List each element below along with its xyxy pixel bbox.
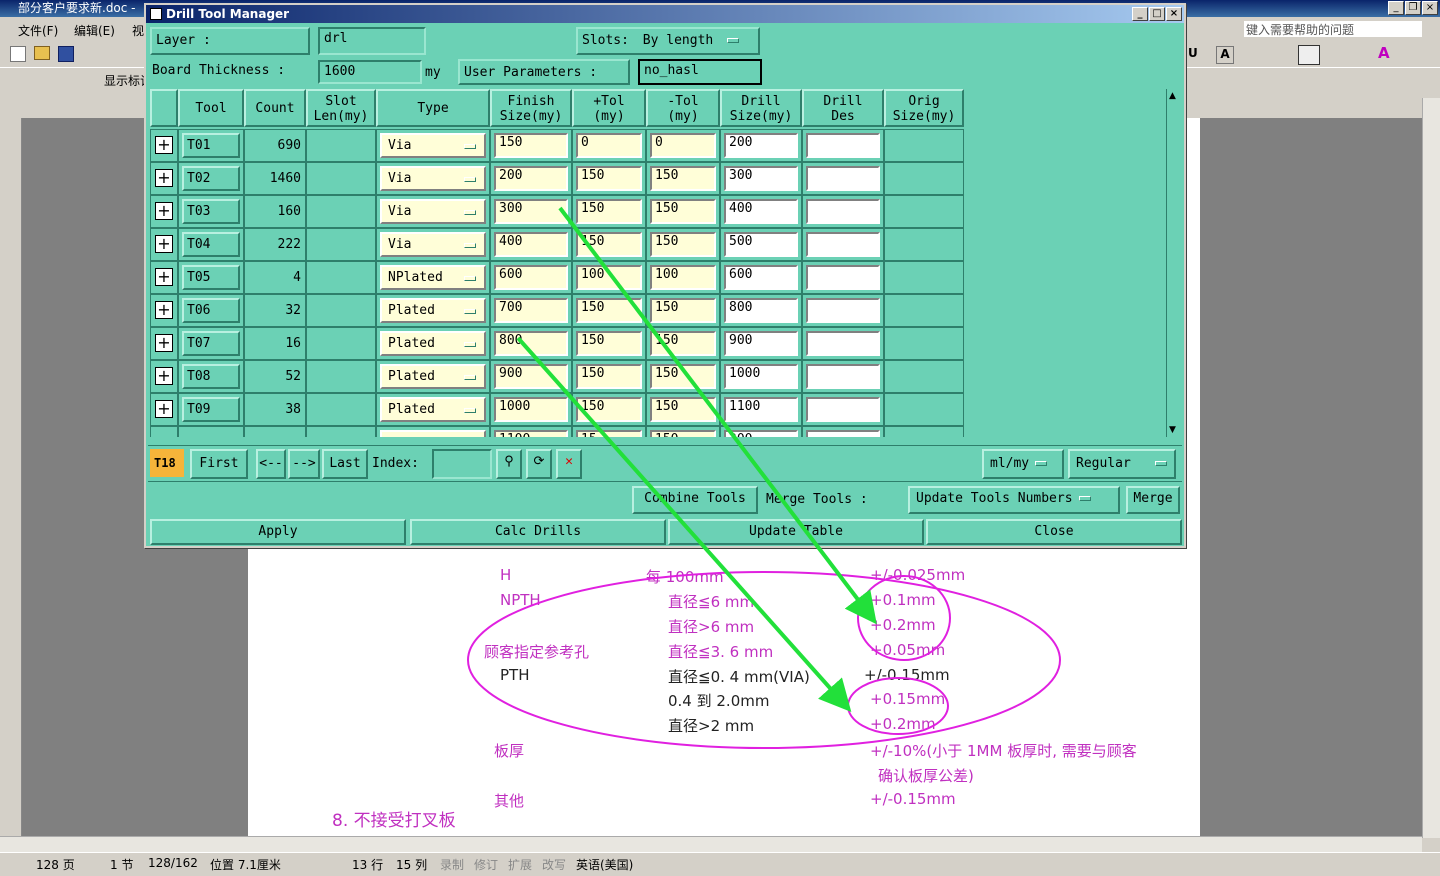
arrow-to-npth — [558, 206, 877, 625]
arrow-overlay — [516, 206, 877, 712]
